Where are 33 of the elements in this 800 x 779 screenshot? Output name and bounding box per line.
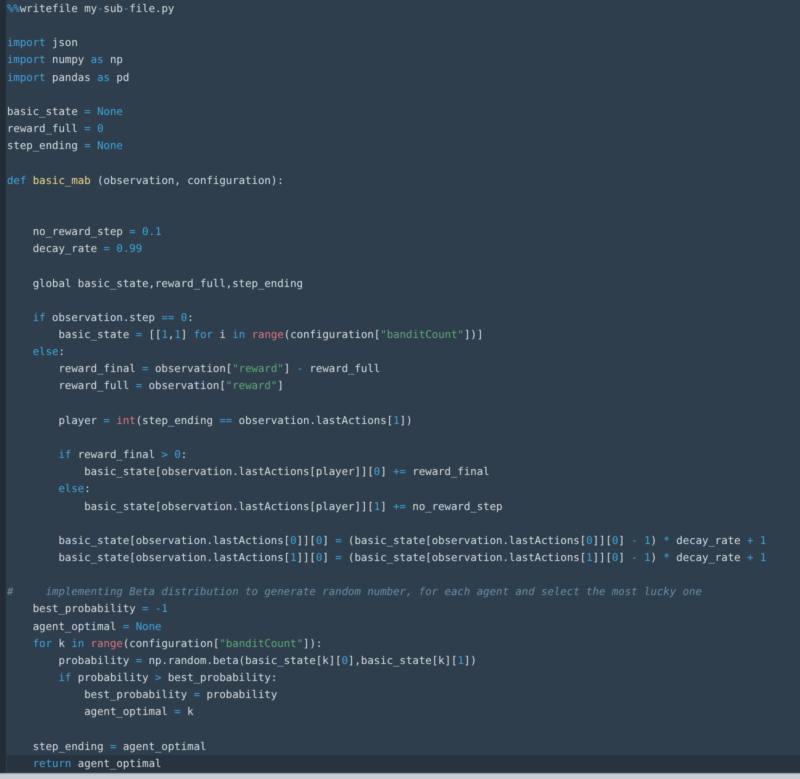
code-line: no_reward_step = 0.1 xyxy=(32,224,162,240)
code-line: probability = np.random.beta(basic_state[k][0],basic_state[k][1]) xyxy=(57,652,478,669)
horizontal-scrollbar[interactable] xyxy=(0,773,800,779)
code-line: basic_state[observation.lastActions[player]][1] += no_reward_step xyxy=(83,498,504,515)
code-line: # implementing Beta distribution to generate random number, for each agent and select the most lucky one xyxy=(7,584,703,600)
code-line: global basic_state,reward_full,step_ending xyxy=(32,276,304,292)
code-line: basic_state[observation.lastActions[0]][0] = (basic_state[observation.lastActions[0]][0] - 1) * decay_rate + 1 xyxy=(57,532,768,549)
code-line: reward_full = observation["reward"] xyxy=(57,378,285,394)
code-line: else: xyxy=(32,344,66,360)
code-line: def basic_mab (observation, configuration): xyxy=(7,172,285,189)
code-line: basic_state[observation.lastActions[player]][0] += reward_final xyxy=(83,464,491,480)
code-line: else: xyxy=(57,481,92,498)
code-line: basic_state = [[1,1] for i in range(configuration["banditCount"])] xyxy=(57,326,484,343)
code-line: import numpy as np xyxy=(7,52,124,68)
code-line: basic_state[observation.lastActions[1]][0] = (basic_state[observation.lastActions[1]][0] - 1) * decay_rate + 1 xyxy=(57,550,768,566)
code-line: import json xyxy=(7,35,79,52)
code-line: player = int(step_ending == observation.lastActions[1]) xyxy=(57,412,414,429)
code-line: step_ending = None xyxy=(7,138,124,154)
code-line: if reward_final > 0: xyxy=(57,447,188,464)
code-line: basic_state = None xyxy=(7,104,124,120)
code-line: best_probability = probability xyxy=(83,687,278,704)
code-line: agent_optimal = k xyxy=(83,704,195,720)
code-line: decay_rate = 0.99 xyxy=(32,241,144,258)
code-line: import pandas as pd xyxy=(7,70,130,86)
code-line: if observation.step == 0: xyxy=(32,310,195,326)
code-line: %%writefile my-sub-file.py xyxy=(7,1,176,17)
code-line: best_probability = -1 xyxy=(32,601,169,618)
code-line: reward_full = 0 xyxy=(7,121,105,138)
code-line: for k in range(configuration["banditCount"]): xyxy=(32,636,324,652)
code-line: if probability > best_probability: xyxy=(57,670,278,686)
code-line: agent_optimal = None xyxy=(32,618,162,635)
code-line: reward_final = observation["reward"] - reward_full xyxy=(57,361,382,378)
code-line: step_ending = agent_optimal xyxy=(32,738,208,755)
